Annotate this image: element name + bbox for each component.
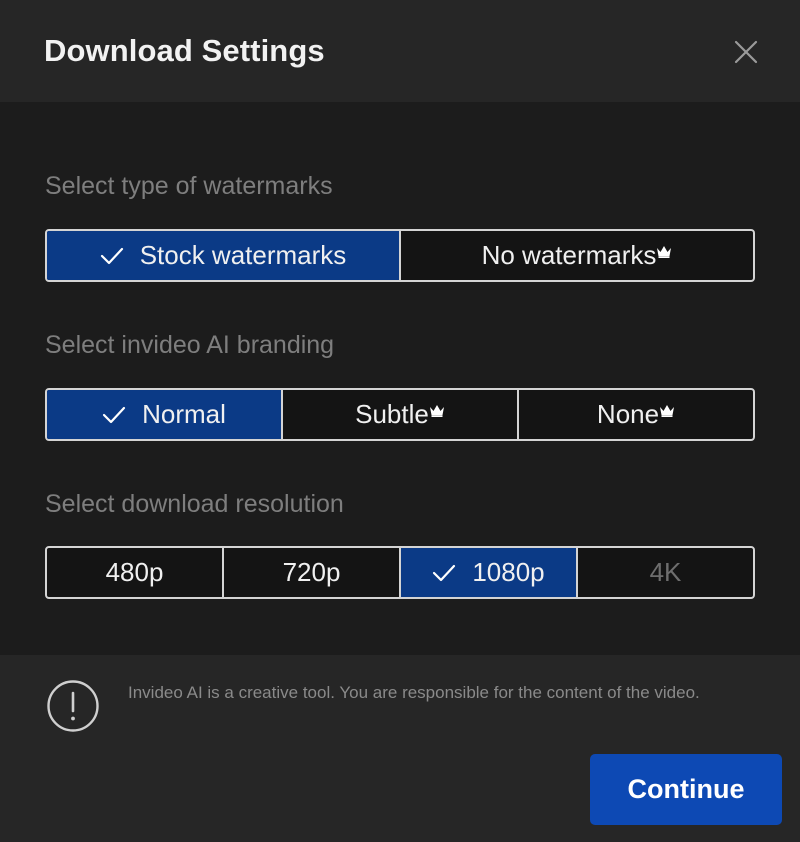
crown-icon [657,246,672,258]
option-none[interactable]: None [519,390,753,439]
dialog-footer: Invideo AI is a creative tool. You are r… [0,655,800,842]
option-subtle[interactable]: Subtle [283,390,519,439]
continue-button[interactable]: Continue [590,754,782,825]
option-label: 1080p [472,557,545,587]
dialog-header: Download Settings [0,0,800,102]
crown-icon [429,405,444,417]
check-icon [433,564,456,581]
option-label: 480p [105,557,164,587]
watermarks-label: Select type of watermarks [45,172,333,200]
option-1080p[interactable]: 1080p [401,548,578,597]
watermark-selector: Stock watermarks No watermarks [45,229,755,282]
download-settings-dialog: Download Settings Select type of waterma… [0,0,800,842]
option-480p[interactable]: 480p [47,548,224,597]
resolution-label: Select download resolution [45,490,344,518]
option-label: 720p [282,557,341,587]
option-label: Normal [142,399,226,429]
option-label: No watermarks [481,240,657,270]
option-normal[interactable]: Normal [47,390,283,439]
branding-label: Select invideo AI branding [45,331,335,359]
option-label: Stock watermarks [139,240,347,270]
option-label: None [596,399,660,429]
crown-icon [660,405,675,417]
disclaimer-text: Invideo AI is a creative tool. You are r… [128,683,700,702]
close-icon[interactable] [730,36,762,68]
check-icon [100,247,123,264]
option-label: Subtle [355,399,429,429]
option-4k[interactable]: 4K [578,548,753,597]
option-stock-watermarks[interactable]: Stock watermarks [47,231,401,280]
resolution-selector: 480p 720p 1080p 4K [45,546,755,599]
check-icon [102,406,126,423]
exclamation-circle-icon [46,679,100,733]
option-720p[interactable]: 720p [224,548,401,597]
dialog-body: Select type of watermarks Stock watermar… [0,102,800,655]
dialog-title: Download Settings [44,33,325,68]
option-no-watermarks[interactable]: No watermarks [401,231,753,280]
option-label: 4K [649,557,682,587]
branding-selector: Normal Subtle None [45,388,755,441]
